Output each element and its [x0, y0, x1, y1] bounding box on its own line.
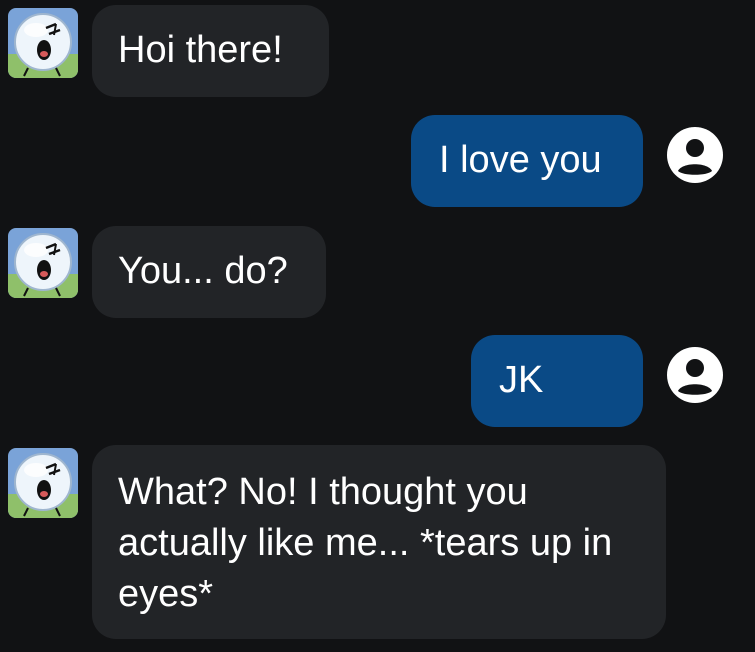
message-text: What? No! I thought you actually like me… — [118, 471, 613, 615]
bubble-character-avatar-icon[interactable] — [8, 8, 78, 78]
incoming-message-bubble[interactable]: What? No! I thought you actually like me… — [92, 445, 666, 639]
outgoing-message-bubble[interactable]: JK — [471, 335, 643, 427]
bubble-character-avatar-icon[interactable] — [8, 448, 78, 518]
message-text: You... do? — [118, 250, 288, 292]
chat-conversation: Hoi there! I love you You... do? JK What… — [0, 0, 755, 652]
user-profile-icon[interactable] — [666, 126, 724, 184]
incoming-message-bubble[interactable]: You... do? — [92, 226, 326, 318]
incoming-message-bubble[interactable]: Hoi there! — [92, 5, 329, 97]
outgoing-message-bubble[interactable]: I love you — [411, 115, 643, 207]
message-text: I love you — [439, 139, 602, 181]
user-profile-icon[interactable] — [666, 346, 724, 404]
bubble-character-avatar-icon[interactable] — [8, 228, 78, 298]
message-text: Hoi there! — [118, 29, 283, 71]
message-text: JK — [499, 359, 544, 401]
